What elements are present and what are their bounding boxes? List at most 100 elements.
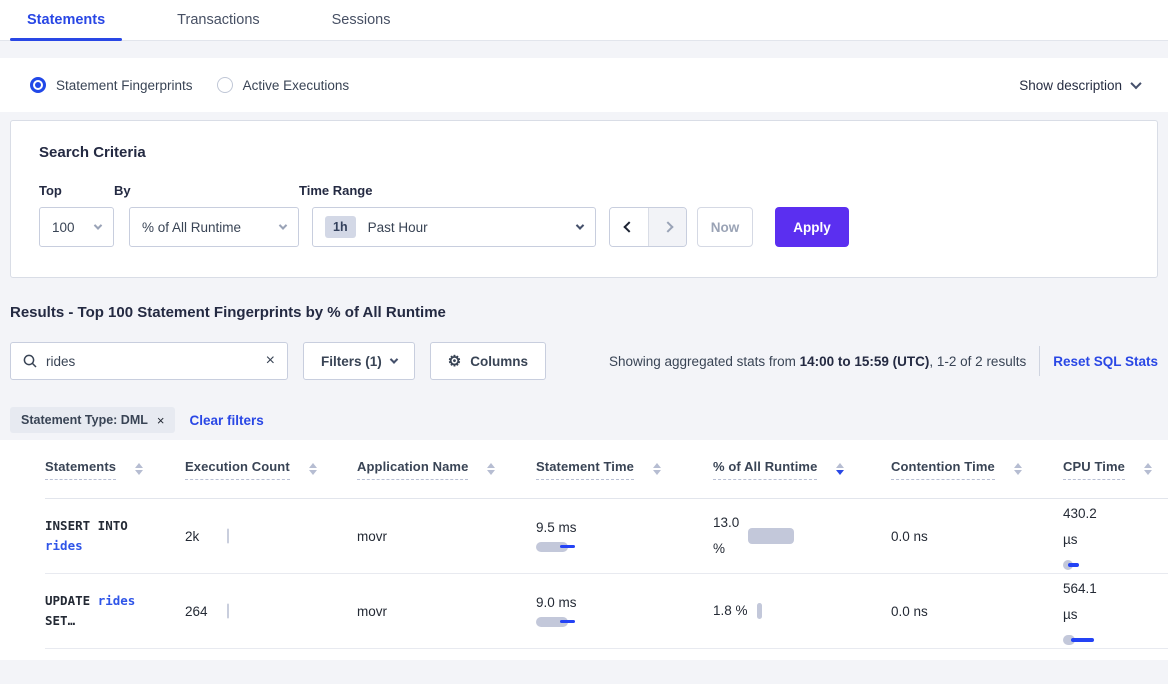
execution-count-bar (227, 529, 229, 544)
column-header-runtime-pct[interactable]: % of All Runtime (713, 459, 891, 480)
previous-time-button[interactable] (610, 208, 648, 246)
columns-button[interactable]: ⚙ Columns (430, 342, 546, 380)
statement-fingerprint-link[interactable]: rides (98, 593, 136, 608)
by-field-label: By (114, 183, 299, 198)
sort-icon[interactable] (1144, 463, 1152, 475)
next-time-button[interactable] (648, 208, 686, 246)
time-range-select[interactable]: 1h Past Hour (312, 207, 596, 247)
bar-stddev-line (1068, 563, 1079, 567)
column-header-contention-time[interactable]: Contention Time (891, 459, 1063, 480)
top-select-value: 100 (52, 220, 75, 235)
tab-transactions[interactable]: Transactions (160, 0, 276, 40)
column-header-execution-count[interactable]: Execution Count (185, 459, 357, 480)
table-row: INSERT INTO rides 2k movr 9.5 ms 13.0 % … (45, 499, 1168, 574)
sort-icon[interactable] (653, 463, 661, 475)
tab-sessions[interactable]: Sessions (315, 0, 408, 40)
now-button[interactable]: Now (697, 207, 753, 247)
results-controls-row: × Filters (1) ⚙ Columns Showing aggregat… (10, 342, 1158, 380)
statement-time-cell: 9.5 ms (536, 520, 713, 553)
sort-icon[interactable] (309, 463, 317, 475)
search-criteria-card: Search Criteria Top 100 By % of All Runt… (10, 120, 1158, 278)
radio-statement-fingerprints-label: Statement Fingerprints (56, 78, 193, 93)
by-select-value: % of All Runtime (142, 220, 241, 235)
table-header-row: Statements Execution Count Application N… (45, 440, 1168, 499)
apply-button[interactable]: Apply (775, 207, 849, 247)
time-nav-group (609, 207, 687, 247)
top-field-label: Top (39, 183, 114, 198)
stats-range: 14:00 to 15:59 (UTC) (800, 354, 930, 369)
radio-selected-icon (30, 77, 46, 93)
filters-button-label: Filters (1) (321, 354, 382, 369)
column-header-label: Statements (45, 459, 116, 480)
cpu-time-bar (1063, 634, 1113, 646)
statement-time-value: 9.5 ms (536, 520, 695, 535)
execution-count-cell: 264 (185, 604, 357, 619)
chevron-down-icon (576, 221, 584, 229)
show-description-label: Show description (1019, 78, 1122, 93)
statement-text: UPDATE (45, 593, 98, 608)
statement-text: SET… (45, 613, 75, 628)
stats-prefix: Showing aggregated stats from (609, 354, 800, 369)
contention-time-cell: 0.0 ns (891, 604, 1063, 619)
sort-icon-active-desc[interactable] (836, 463, 844, 475)
column-header-statements[interactable]: Statements (45, 459, 185, 480)
execution-count-value: 2k (185, 529, 199, 544)
sql-activity-tabbar: Statements Transactions Sessions (0, 0, 1168, 41)
statement-fingerprint-link[interactable]: rides (45, 538, 83, 553)
chevron-down-icon (279, 221, 287, 229)
close-icon[interactable]: × (157, 413, 165, 428)
application-name-value: movr (357, 604, 387, 619)
application-name-value: movr (357, 529, 387, 544)
column-header-label: Execution Count (185, 459, 290, 480)
application-name-cell: movr (357, 529, 536, 544)
cpu-time-value: 564.1 µs (1063, 576, 1150, 628)
radio-active-executions[interactable]: Active Executions (217, 77, 350, 93)
sort-icon[interactable] (1014, 463, 1022, 475)
filter-chip-label: Statement Type: DML (21, 413, 148, 427)
statement-text: INSERT INTO (45, 518, 128, 533)
clear-filters-link[interactable]: Clear filters (189, 413, 263, 428)
cpu-time-bar (1063, 559, 1113, 571)
clear-search-icon[interactable]: × (266, 353, 275, 369)
columns-button-label: Columns (470, 354, 528, 369)
filter-chip-statement-type[interactable]: Statement Type: DML × (10, 407, 175, 433)
filters-button[interactable]: Filters (1) (303, 342, 415, 380)
search-criteria-form: Top 100 By % of All Runtime Time Range 1… (39, 183, 1135, 247)
time-range-field: Time Range 1h Past Hour (299, 183, 596, 247)
chevron-left-icon (623, 221, 634, 232)
view-toggle-row: Statement Fingerprints Active Executions… (0, 58, 1168, 112)
chevron-down-icon (390, 355, 398, 363)
application-name-cell: movr (357, 604, 536, 619)
statement-cell: UPDATE rides SET… (45, 591, 185, 631)
reset-sql-stats-link[interactable]: Reset SQL Stats (1053, 354, 1158, 369)
search-icon (23, 354, 37, 368)
radio-statement-fingerprints[interactable]: Statement Fingerprints (30, 77, 193, 93)
runtime-pct-bar (748, 528, 794, 544)
contention-time-cell: 0.0 ns (891, 529, 1063, 544)
show-description-toggle[interactable]: Show description (1019, 78, 1140, 93)
top-select[interactable]: 100 (39, 207, 114, 247)
column-header-application-name[interactable]: Application Name (357, 459, 536, 480)
column-header-cpu-time[interactable]: CPU Time (1063, 459, 1168, 480)
search-box[interactable]: × (10, 342, 288, 380)
tab-sessions-label: Sessions (332, 12, 391, 28)
radio-active-executions-label: Active Executions (243, 78, 350, 93)
cpu-time-value: 430.2 µs (1063, 501, 1150, 553)
radio-unselected-icon (217, 77, 233, 93)
statement-time-bar (536, 616, 586, 628)
filter-chips-row: Statement Type: DML × Clear filters (10, 407, 1158, 433)
execution-count-value: 264 (185, 604, 208, 619)
column-header-label: CPU Time (1063, 459, 1125, 480)
by-select[interactable]: % of All Runtime (129, 207, 299, 247)
search-criteria-title: Search Criteria (39, 144, 1135, 161)
time-range-value: Past Hour (368, 220, 428, 235)
tab-statements-label: Statements (27, 12, 105, 28)
statement-time-value: 9.0 ms (536, 595, 695, 610)
top-field: Top 100 (39, 183, 114, 247)
tab-statements[interactable]: Statements (10, 0, 122, 40)
tab-transactions-label: Transactions (177, 12, 259, 28)
sort-icon[interactable] (487, 463, 495, 475)
sort-icon[interactable] (135, 463, 143, 475)
search-input[interactable] (46, 354, 266, 369)
column-header-statement-time[interactable]: Statement Time (536, 459, 713, 480)
